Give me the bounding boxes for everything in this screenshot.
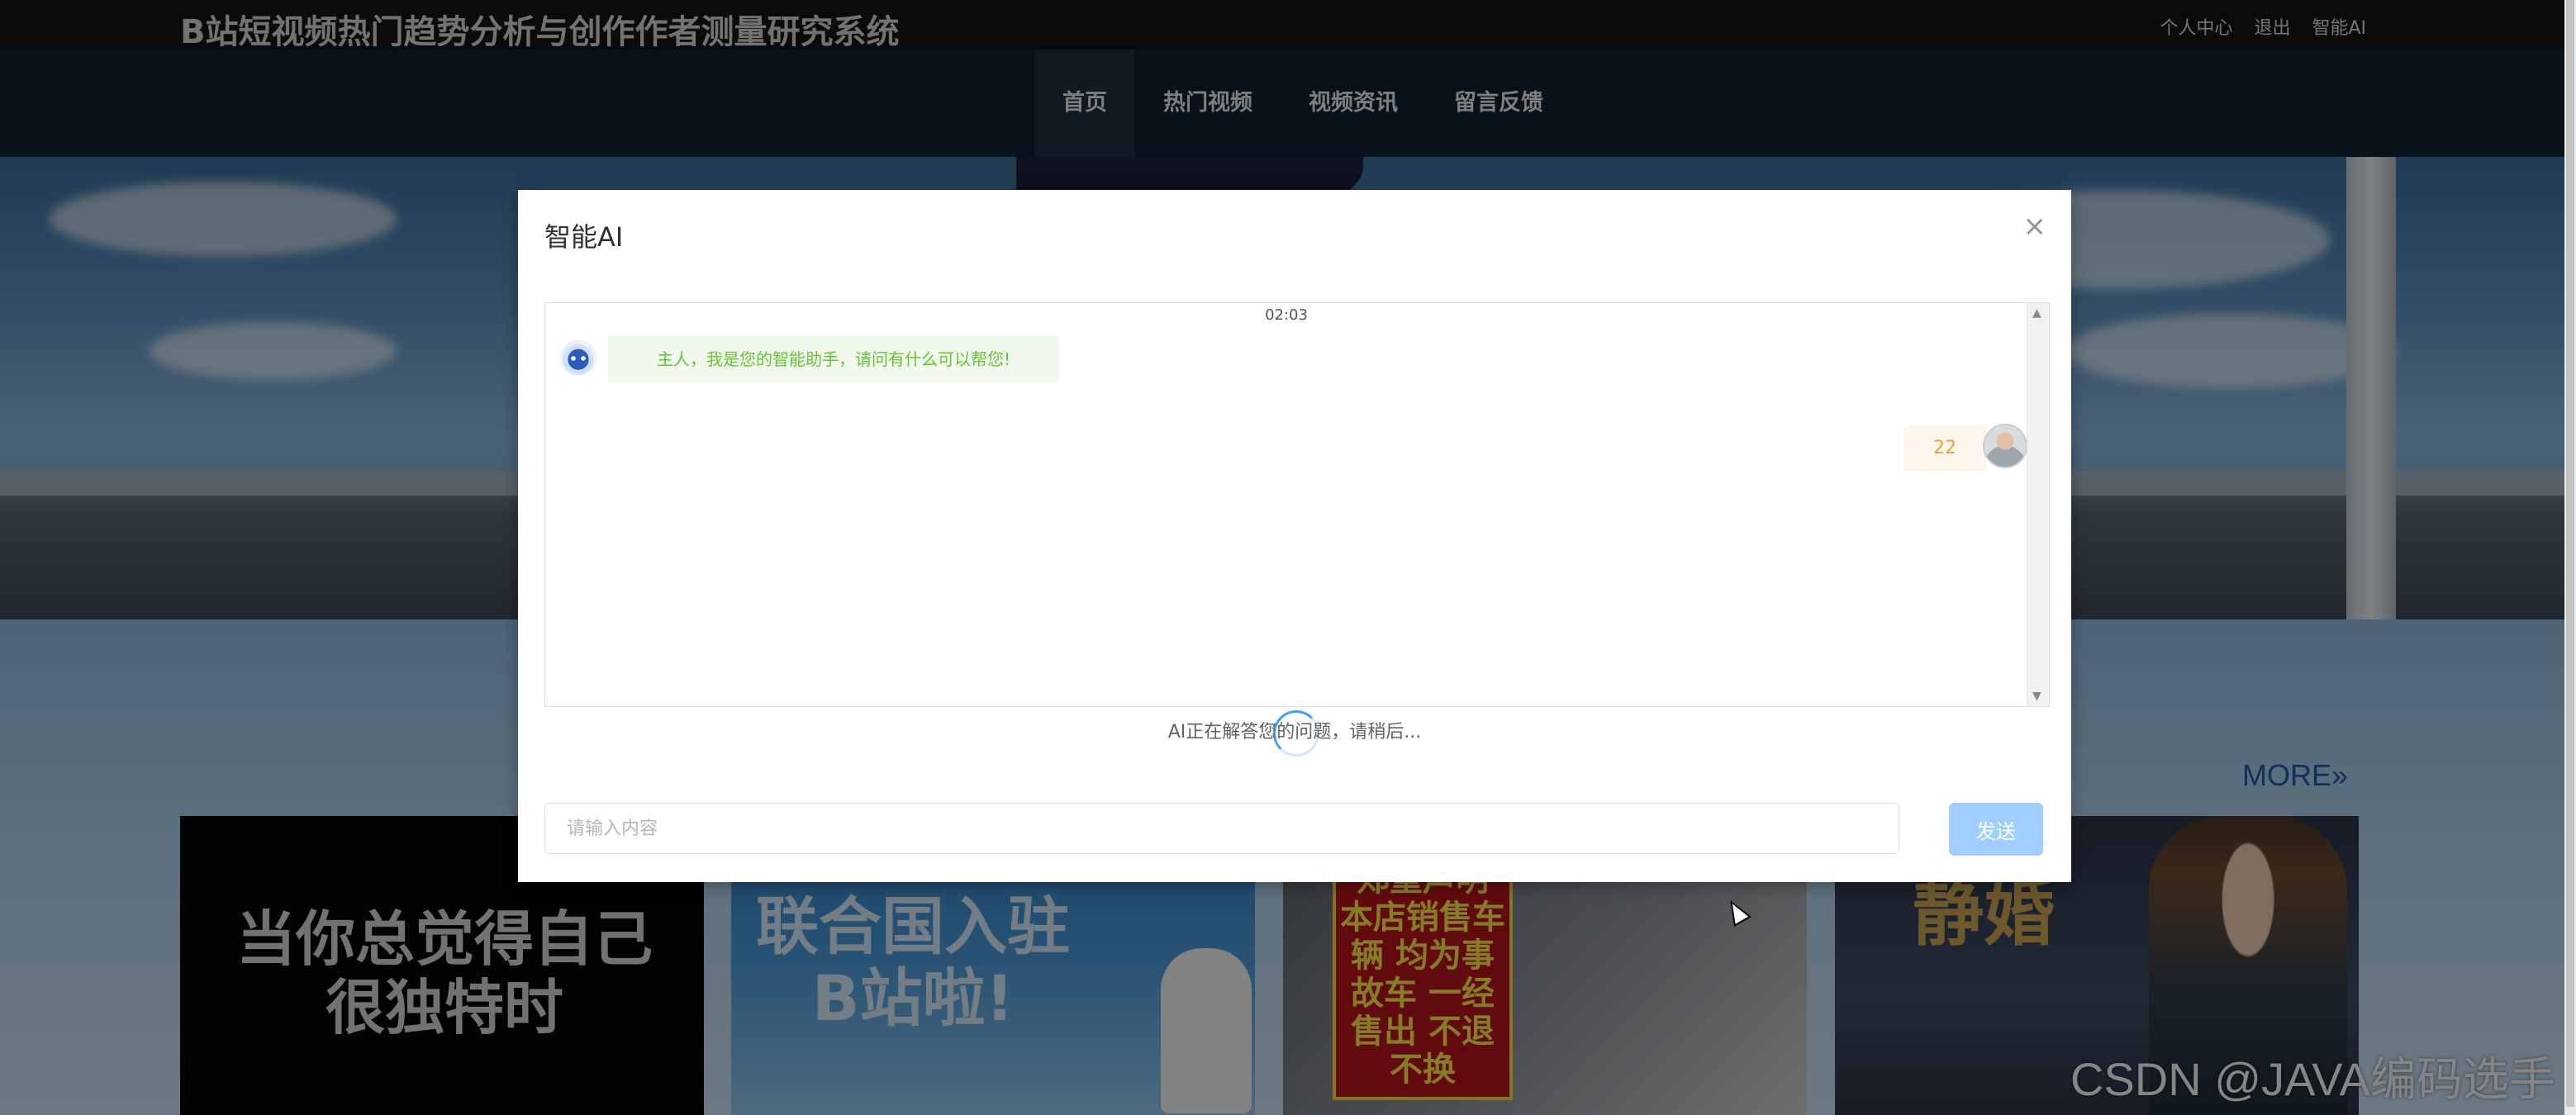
send-button[interactable]: 发送 xyxy=(1949,803,2043,856)
user-avatar xyxy=(1983,424,2027,468)
message-timestamp: 02:03 xyxy=(1265,306,1308,324)
dialog-title: 智能AI xyxy=(544,221,624,253)
scroll-down-icon[interactable]: ▼ xyxy=(2032,690,2041,703)
loading-text: AI正在解答您的问题，请稍后... xyxy=(1167,722,1422,743)
ai-message-bubble: 主人，我是您的智能助手，请问有什么可以帮您! xyxy=(608,336,1059,382)
chat-history[interactable]: 02:03 主人，我是您的智能助手，请问有什么可以帮您! 22 ▲ ▼ xyxy=(544,302,2050,707)
chat-scrollbar[interactable]: ▲ ▼ xyxy=(2027,303,2049,706)
chat-input[interactable] xyxy=(544,803,1899,854)
page-scrollbar[interactable] xyxy=(2564,0,2576,1115)
user-message-bubble: 22 xyxy=(1903,425,1986,472)
scroll-up-icon[interactable]: ▲ xyxy=(2032,306,2041,320)
smart-ai-dialog: 智能AI × 02:03 主人，我是您的智能助手，请问有什么可以帮您! 22 ▲… xyxy=(518,190,2071,882)
robot-avatar-icon xyxy=(560,339,596,376)
close-icon[interactable]: × xyxy=(2023,210,2047,243)
